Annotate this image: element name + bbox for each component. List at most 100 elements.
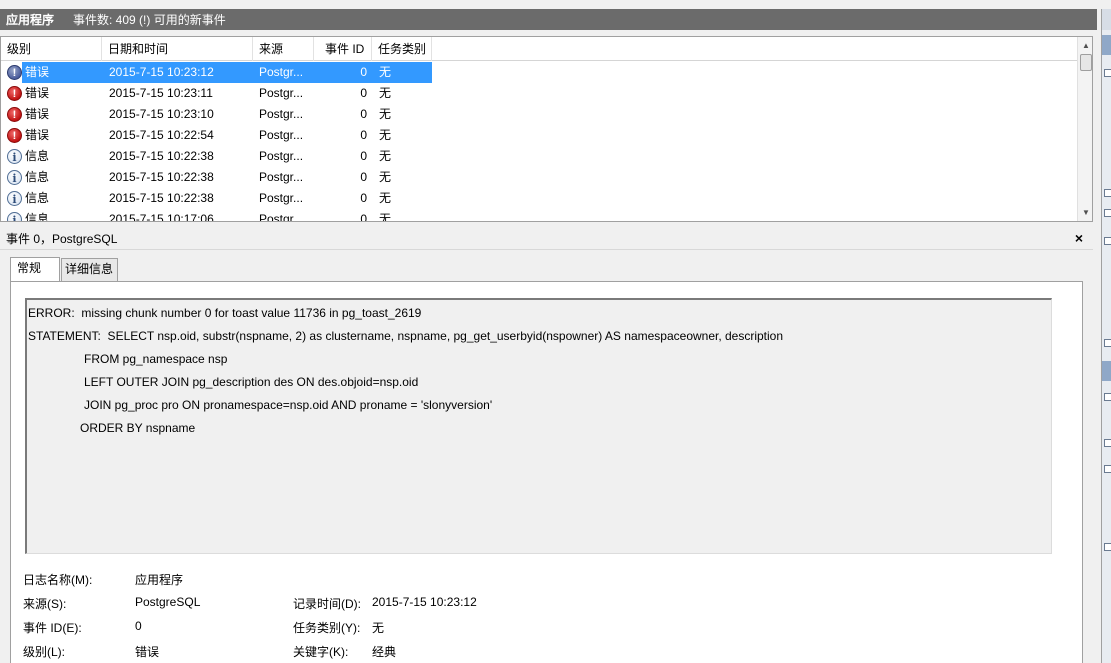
description-line: JOIN pg_proc pro ON pronamespace=nsp.oid…: [84, 398, 493, 412]
log-name-value: 应用程序: [135, 573, 184, 587]
event-source: Postgr...: [259, 128, 304, 142]
info-icon: i: [7, 212, 22, 221]
column-level[interactable]: 级别: [1, 37, 102, 61]
action-icon[interactable]: [1104, 237, 1111, 245]
event-level: 错误: [25, 65, 50, 79]
action-icon[interactable]: [1104, 393, 1111, 401]
actions-pane-selection: [1102, 361, 1111, 381]
action-icon[interactable]: [1104, 209, 1111, 217]
event-task-category: 无: [379, 128, 392, 142]
event-datetime: 2015-7-15 10:23:12: [109, 65, 214, 79]
error-icon: !: [7, 86, 22, 101]
event-row[interactable]: i 信息 2015-7-15 10:22:38 Postgr... 0 无: [1, 167, 1077, 188]
event-description[interactable]: ERROR: missing chunk number 0 for toast …: [25, 298, 1052, 554]
event-level: 信息: [25, 212, 50, 222]
event-level: 错误: [25, 128, 50, 142]
event-source: Postgr...: [259, 65, 304, 79]
event-detail-title: 事件 0，PostgreSQL: [6, 232, 118, 246]
tab-details[interactable]: 详细信息: [61, 258, 118, 281]
event-source: Postgr...: [259, 86, 304, 100]
task-category-label: 任务类别(Y):: [293, 621, 361, 635]
column-task-category[interactable]: 任务类别: [372, 37, 432, 61]
column-datetime[interactable]: 日期和时间: [102, 37, 253, 61]
scroll-up-icon[interactable]: ▲: [1078, 38, 1092, 54]
event-datetime: 2015-7-15 10:22:54: [109, 128, 214, 142]
error-icon: !: [7, 65, 22, 80]
event-rows: ! 错误 2015-7-15 10:23:12 Postgr... 0 无! 错误 2015-…: [1, 62, 1077, 222]
description-line: LEFT OUTER JOIN pg_description des ON de…: [84, 375, 419, 389]
level-value: 错误: [135, 645, 160, 659]
action-icon[interactable]: [1104, 465, 1111, 473]
event-detail-bar: 事件 0，PostgreSQL ×: [0, 228, 1093, 250]
description-line: ERROR: missing chunk number 0 for toast …: [28, 306, 422, 320]
scroll-thumb[interactable]: [1080, 54, 1092, 71]
log-header: 应用程序 事件数: 409 (!) 可用的新事件: [0, 9, 1097, 30]
event-level: 错误: [25, 107, 50, 121]
event-datetime: 2015-7-15 10:22:38: [109, 149, 214, 163]
event-source: Postgr...: [259, 149, 304, 163]
description-line: STATEMENT: SELECT nsp.oid, substr(nspnam…: [28, 329, 784, 343]
event-id: 0: [360, 212, 367, 222]
column-event-id[interactable]: 事件 ID: [314, 37, 372, 61]
tab-general[interactable]: 常规: [10, 257, 60, 281]
general-tab-panel: ERROR: missing chunk number 0 for toast …: [10, 281, 1083, 663]
scroll-down-icon[interactable]: ▼: [1078, 205, 1092, 221]
level-label: 级别(L):: [23, 645, 66, 659]
row-selection: [22, 62, 432, 83]
event-id: 0: [360, 149, 367, 163]
action-icon[interactable]: [1104, 339, 1111, 347]
event-row[interactable]: ! 错误 2015-7-15 10:23:11 Postgr... 0 无: [1, 83, 1077, 104]
event-list[interactable]: 级别 日期和时间 来源 事件 ID 任务类别 ! 错误 2015-7-15 10:2…: [0, 36, 1093, 222]
event-datetime: 2015-7-15 10:22:38: [109, 170, 214, 184]
action-icon[interactable]: [1104, 439, 1111, 447]
event-row[interactable]: i 信息 2015-7-15 10:22:38 Postgr... 0 无: [1, 146, 1077, 167]
list-scrollbar[interactable]: ▲ ▼: [1077, 37, 1092, 221]
event-datetime: 2015-7-15 10:22:38: [109, 191, 214, 205]
event-id: 0: [360, 107, 367, 121]
description-line: FROM pg_namespace nsp: [84, 352, 228, 366]
event-id: 0: [360, 86, 367, 100]
event-level: 信息: [25, 149, 50, 163]
task-category-value: 无: [372, 621, 385, 635]
event-row[interactable]: i 信息 2015-7-15 10:22:38 Postgr... 0 无: [1, 188, 1077, 209]
action-icon[interactable]: [1104, 543, 1111, 551]
log-name-label: 日志名称(M):: [23, 573, 93, 587]
event-level: 信息: [25, 191, 50, 205]
event-datetime: 2015-7-15 10:23:11: [109, 86, 213, 100]
event-task-category: 无: [379, 86, 392, 100]
event-row[interactable]: ! 错误 2015-7-15 10:23:12 Postgr... 0 无: [1, 62, 1077, 83]
event-row[interactable]: i 信息 2015-7-15 10:17:06 Postgr... 0 无: [1, 209, 1077, 222]
action-icon[interactable]: [1104, 69, 1111, 77]
description-line: ORDER BY nspname: [80, 421, 196, 435]
log-title: 应用程序: [6, 13, 55, 27]
error-icon: !: [7, 128, 22, 143]
event-row[interactable]: ! 错误 2015-7-15 10:22:54 Postgr... 0 无: [1, 125, 1077, 146]
event-task-category: 无: [379, 212, 392, 222]
event-row[interactable]: ! 错误 2015-7-15 10:23:10 Postgr... 0 无: [1, 104, 1077, 125]
actions-pane-edge[interactable]: [1101, 9, 1111, 663]
event-level: 错误: [25, 86, 50, 100]
event-id: 0: [360, 170, 367, 184]
source-value: PostgreSQL: [135, 595, 201, 609]
source-label: 来源(S):: [23, 597, 67, 611]
close-icon[interactable]: ×: [1075, 230, 1083, 246]
event-id: 0: [360, 191, 367, 205]
event-datetime: 2015-7-15 10:23:10: [109, 107, 214, 121]
info-icon: i: [7, 191, 22, 206]
event-id: 0: [360, 128, 367, 142]
event-source: Postgr...: [259, 107, 304, 121]
event-task-category: 无: [379, 149, 392, 163]
logged-label: 记录时间(D):: [293, 597, 361, 611]
event-task-category: 无: [379, 65, 392, 79]
action-icon[interactable]: [1104, 189, 1111, 197]
info-icon: i: [7, 170, 22, 185]
event-datetime: 2015-7-15 10:17:06: [109, 212, 214, 222]
error-icon: !: [7, 107, 22, 122]
event-count: 事件数: 409 (!) 可用的新事件: [73, 13, 226, 27]
keywords-label: 关键字(K):: [293, 645, 349, 659]
event-task-category: 无: [379, 107, 392, 121]
column-source[interactable]: 来源: [253, 37, 314, 61]
event-task-category: 无: [379, 191, 392, 205]
info-icon: i: [7, 149, 22, 164]
actions-pane-header: [1102, 9, 1111, 30]
